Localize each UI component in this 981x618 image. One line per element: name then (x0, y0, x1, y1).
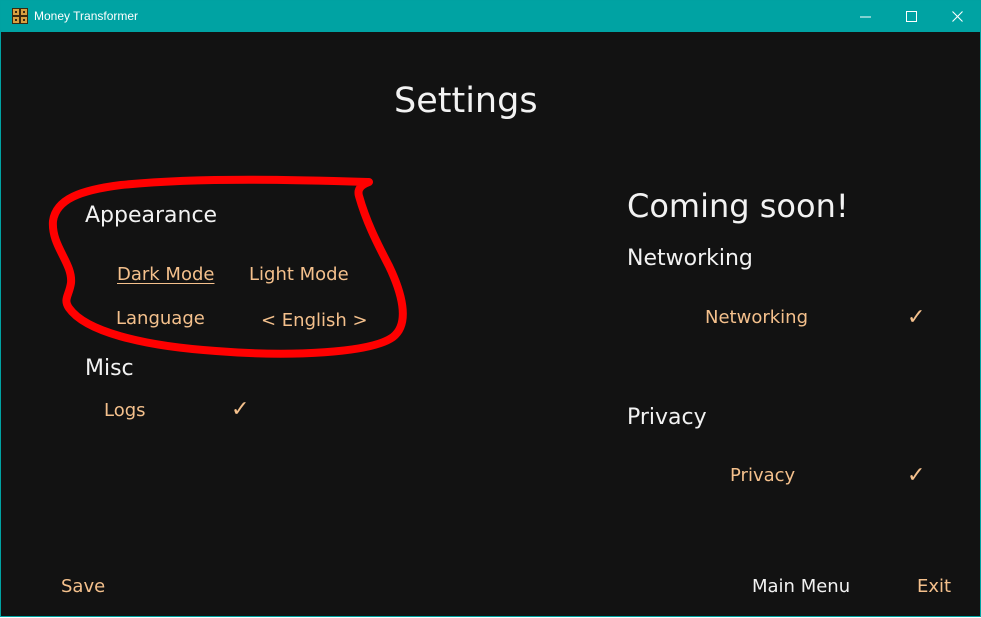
close-button[interactable] (935, 1, 981, 32)
app-icon (12, 8, 28, 24)
main-menu-button[interactable]: Main Menu (752, 576, 850, 597)
coming-soon-heading: Coming soon! (627, 187, 849, 225)
maximize-icon (906, 11, 917, 22)
privacy-heading: Privacy (627, 405, 707, 430)
language-label: Language (116, 308, 205, 329)
light-mode-button[interactable]: Light Mode (249, 264, 349, 285)
appearance-heading: Appearance (85, 203, 218, 228)
dark-mode-button[interactable]: Dark Mode (117, 264, 214, 285)
misc-heading: Misc (85, 356, 134, 381)
privacy-checkbox[interactable]: ✓ (907, 463, 925, 488)
exit-button[interactable]: Exit (917, 576, 951, 597)
page-title: Settings (394, 81, 538, 121)
networking-heading: Networking (627, 246, 753, 271)
networking-label: Networking (705, 307, 808, 328)
privacy-label: Privacy (730, 465, 796, 486)
networking-checkbox[interactable]: ✓ (907, 305, 925, 330)
minimize-icon (860, 16, 871, 18)
logs-checkbox[interactable]: ✓ (231, 397, 249, 422)
close-icon (952, 11, 963, 22)
window-title: Money Transformer (34, 9, 139, 23)
language-selector[interactable]: < English > (261, 310, 368, 331)
save-button[interactable]: Save (61, 576, 105, 597)
maximize-button[interactable] (889, 1, 935, 32)
title-bar[interactable]: Money Transformer (1, 1, 980, 32)
app-window: Money Transformer Settings Appearance Da… (0, 0, 981, 617)
logs-label: Logs (104, 400, 146, 421)
minimize-button[interactable] (843, 1, 889, 32)
